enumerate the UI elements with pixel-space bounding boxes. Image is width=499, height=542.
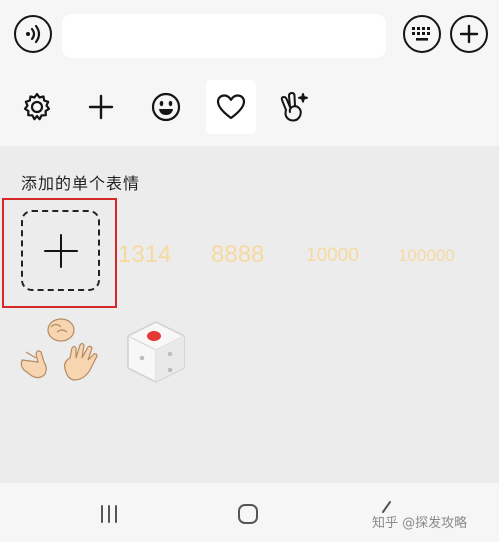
message-input[interactable] [62, 14, 386, 58]
number-8888: 8888 [211, 241, 265, 268]
hand-gesture-icon [280, 92, 308, 122]
add-sticker-tab[interactable] [78, 84, 124, 130]
emoji-toolbar [0, 68, 499, 146]
navigation-bar: 知乎 @探发攻略 [0, 483, 499, 542]
voice-button[interactable] [14, 15, 52, 53]
gear-icon [23, 92, 51, 121]
rock-paper-scissors-sticker[interactable] [18, 318, 100, 384]
number-10000: 10000 [306, 245, 359, 266]
number-100000: 100000 [398, 246, 455, 265]
gesture-sticker-tab[interactable] [270, 84, 316, 130]
keyboard-icon [412, 27, 430, 41]
add-sticker-tile[interactable] [21, 210, 100, 291]
settings-button[interactable] [14, 84, 60, 130]
emoji-tab[interactable] [143, 84, 189, 130]
favorites-tab[interactable] [206, 80, 256, 134]
number-1314: 1314 [118, 241, 172, 268]
smiley-icon [151, 92, 181, 122]
plus-circle-icon [459, 24, 479, 44]
recents-icon [101, 505, 117, 523]
home-icon [238, 504, 258, 524]
plus-icon [43, 233, 78, 268]
home-button[interactable] [235, 501, 261, 527]
dice-sticker[interactable] [120, 316, 192, 388]
heart-icon [216, 94, 246, 120]
keyboard-button[interactable] [403, 15, 441, 53]
section-title: 添加的单个表情 [21, 174, 141, 193]
watermark: 知乎 @探发攻略 [372, 516, 468, 531]
add-button[interactable] [450, 15, 488, 53]
plus-icon [88, 94, 114, 120]
sticker-panel: 添加的单个表情 1314 8888 10000 100000 [0, 146, 499, 483]
recents-button[interactable] [96, 503, 122, 525]
voice-icon [26, 24, 41, 44]
input-bar [0, 0, 499, 68]
